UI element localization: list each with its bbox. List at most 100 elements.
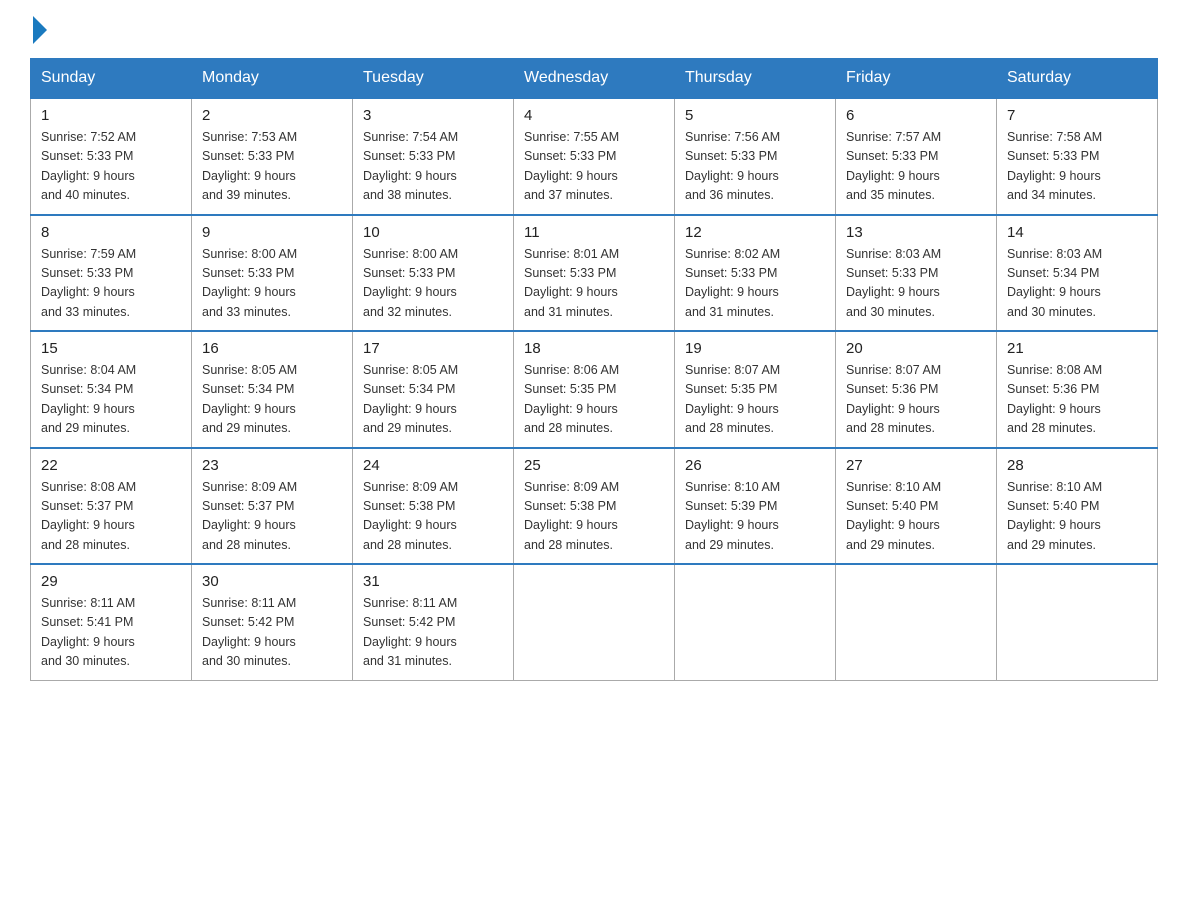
calendar-cell: 19 Sunrise: 8:07 AMSunset: 5:35 PMDaylig… (675, 331, 836, 448)
day-info: Sunrise: 8:05 AMSunset: 5:34 PMDaylight:… (202, 361, 342, 439)
day-info: Sunrise: 8:11 AMSunset: 5:42 PMDaylight:… (363, 594, 503, 672)
day-number: 17 (363, 340, 503, 357)
day-info: Sunrise: 8:05 AMSunset: 5:34 PMDaylight:… (363, 361, 503, 439)
day-number: 5 (685, 107, 825, 124)
calendar-header-row: SundayMondayTuesdayWednesdayThursdayFrid… (31, 59, 1158, 99)
page-header (30, 20, 1158, 40)
calendar-cell: 9 Sunrise: 8:00 AMSunset: 5:33 PMDayligh… (192, 215, 353, 332)
day-number: 25 (524, 457, 664, 474)
day-info: Sunrise: 8:09 AMSunset: 5:38 PMDaylight:… (524, 478, 664, 556)
calendar-cell: 3 Sunrise: 7:54 AMSunset: 5:33 PMDayligh… (353, 98, 514, 215)
day-info: Sunrise: 8:03 AMSunset: 5:33 PMDaylight:… (846, 245, 986, 323)
day-number: 16 (202, 340, 342, 357)
calendar-cell: 22 Sunrise: 8:08 AMSunset: 5:37 PMDaylig… (31, 448, 192, 565)
day-number: 11 (524, 224, 664, 241)
calendar-cell: 7 Sunrise: 7:58 AMSunset: 5:33 PMDayligh… (997, 98, 1158, 215)
day-number: 8 (41, 224, 181, 241)
calendar-header-sunday: Sunday (31, 59, 192, 99)
day-number: 3 (363, 107, 503, 124)
calendar-cell: 11 Sunrise: 8:01 AMSunset: 5:33 PMDaylig… (514, 215, 675, 332)
day-number: 19 (685, 340, 825, 357)
calendar-week-row: 22 Sunrise: 8:08 AMSunset: 5:37 PMDaylig… (31, 448, 1158, 565)
calendar-week-row: 1 Sunrise: 7:52 AMSunset: 5:33 PMDayligh… (31, 98, 1158, 215)
day-number: 31 (363, 573, 503, 590)
day-info: Sunrise: 8:10 AMSunset: 5:40 PMDaylight:… (846, 478, 986, 556)
calendar-header-wednesday: Wednesday (514, 59, 675, 99)
day-info: Sunrise: 8:10 AMSunset: 5:39 PMDaylight:… (685, 478, 825, 556)
day-info: Sunrise: 8:08 AMSunset: 5:37 PMDaylight:… (41, 478, 181, 556)
calendar-cell (997, 564, 1158, 680)
day-info: Sunrise: 8:00 AMSunset: 5:33 PMDaylight:… (202, 245, 342, 323)
calendar-cell: 16 Sunrise: 8:05 AMSunset: 5:34 PMDaylig… (192, 331, 353, 448)
day-info: Sunrise: 7:54 AMSunset: 5:33 PMDaylight:… (363, 128, 503, 206)
day-number: 2 (202, 107, 342, 124)
calendar-cell: 25 Sunrise: 8:09 AMSunset: 5:38 PMDaylig… (514, 448, 675, 565)
calendar-cell: 10 Sunrise: 8:00 AMSunset: 5:33 PMDaylig… (353, 215, 514, 332)
day-info: Sunrise: 7:52 AMSunset: 5:33 PMDaylight:… (41, 128, 181, 206)
logo (30, 20, 47, 40)
calendar-cell: 21 Sunrise: 8:08 AMSunset: 5:36 PMDaylig… (997, 331, 1158, 448)
day-info: Sunrise: 8:00 AMSunset: 5:33 PMDaylight:… (363, 245, 503, 323)
calendar-cell: 14 Sunrise: 8:03 AMSunset: 5:34 PMDaylig… (997, 215, 1158, 332)
day-number: 4 (524, 107, 664, 124)
calendar-header-thursday: Thursday (675, 59, 836, 99)
day-number: 30 (202, 573, 342, 590)
day-number: 14 (1007, 224, 1147, 241)
day-info: Sunrise: 8:10 AMSunset: 5:40 PMDaylight:… (1007, 478, 1147, 556)
day-info: Sunrise: 8:02 AMSunset: 5:33 PMDaylight:… (685, 245, 825, 323)
day-number: 9 (202, 224, 342, 241)
day-number: 28 (1007, 457, 1147, 474)
day-number: 15 (41, 340, 181, 357)
day-info: Sunrise: 8:11 AMSunset: 5:42 PMDaylight:… (202, 594, 342, 672)
day-number: 6 (846, 107, 986, 124)
calendar-cell: 26 Sunrise: 8:10 AMSunset: 5:39 PMDaylig… (675, 448, 836, 565)
day-info: Sunrise: 8:07 AMSunset: 5:36 PMDaylight:… (846, 361, 986, 439)
day-number: 26 (685, 457, 825, 474)
day-info: Sunrise: 7:55 AMSunset: 5:33 PMDaylight:… (524, 128, 664, 206)
day-info: Sunrise: 8:03 AMSunset: 5:34 PMDaylight:… (1007, 245, 1147, 323)
calendar-cell (514, 564, 675, 680)
calendar-header-saturday: Saturday (997, 59, 1158, 99)
calendar-cell (675, 564, 836, 680)
day-info: Sunrise: 7:58 AMSunset: 5:33 PMDaylight:… (1007, 128, 1147, 206)
day-info: Sunrise: 8:07 AMSunset: 5:35 PMDaylight:… (685, 361, 825, 439)
day-number: 20 (846, 340, 986, 357)
day-info: Sunrise: 7:53 AMSunset: 5:33 PMDaylight:… (202, 128, 342, 206)
calendar-cell: 1 Sunrise: 7:52 AMSunset: 5:33 PMDayligh… (31, 98, 192, 215)
calendar-cell: 6 Sunrise: 7:57 AMSunset: 5:33 PMDayligh… (836, 98, 997, 215)
calendar-cell: 12 Sunrise: 8:02 AMSunset: 5:33 PMDaylig… (675, 215, 836, 332)
day-info: Sunrise: 8:08 AMSunset: 5:36 PMDaylight:… (1007, 361, 1147, 439)
day-info: Sunrise: 8:01 AMSunset: 5:33 PMDaylight:… (524, 245, 664, 323)
calendar-cell: 23 Sunrise: 8:09 AMSunset: 5:37 PMDaylig… (192, 448, 353, 565)
day-number: 10 (363, 224, 503, 241)
day-info: Sunrise: 8:11 AMSunset: 5:41 PMDaylight:… (41, 594, 181, 672)
calendar-cell: 28 Sunrise: 8:10 AMSunset: 5:40 PMDaylig… (997, 448, 1158, 565)
calendar-cell: 18 Sunrise: 8:06 AMSunset: 5:35 PMDaylig… (514, 331, 675, 448)
calendar-cell: 17 Sunrise: 8:05 AMSunset: 5:34 PMDaylig… (353, 331, 514, 448)
day-info: Sunrise: 8:09 AMSunset: 5:38 PMDaylight:… (363, 478, 503, 556)
calendar-cell: 29 Sunrise: 8:11 AMSunset: 5:41 PMDaylig… (31, 564, 192, 680)
day-info: Sunrise: 8:04 AMSunset: 5:34 PMDaylight:… (41, 361, 181, 439)
day-info: Sunrise: 7:56 AMSunset: 5:33 PMDaylight:… (685, 128, 825, 206)
calendar-cell: 13 Sunrise: 8:03 AMSunset: 5:33 PMDaylig… (836, 215, 997, 332)
day-info: Sunrise: 8:09 AMSunset: 5:37 PMDaylight:… (202, 478, 342, 556)
day-number: 18 (524, 340, 664, 357)
day-number: 27 (846, 457, 986, 474)
day-number: 13 (846, 224, 986, 241)
calendar-cell: 27 Sunrise: 8:10 AMSunset: 5:40 PMDaylig… (836, 448, 997, 565)
day-number: 29 (41, 573, 181, 590)
day-number: 23 (202, 457, 342, 474)
calendar-header-friday: Friday (836, 59, 997, 99)
day-info: Sunrise: 7:59 AMSunset: 5:33 PMDaylight:… (41, 245, 181, 323)
calendar-cell: 15 Sunrise: 8:04 AMSunset: 5:34 PMDaylig… (31, 331, 192, 448)
calendar-table: SundayMondayTuesdayWednesdayThursdayFrid… (30, 58, 1158, 681)
logo-arrow-icon (33, 16, 47, 44)
day-number: 12 (685, 224, 825, 241)
calendar-header-tuesday: Tuesday (353, 59, 514, 99)
day-number: 1 (41, 107, 181, 124)
calendar-cell: 20 Sunrise: 8:07 AMSunset: 5:36 PMDaylig… (836, 331, 997, 448)
calendar-cell: 30 Sunrise: 8:11 AMSunset: 5:42 PMDaylig… (192, 564, 353, 680)
day-number: 22 (41, 457, 181, 474)
day-number: 24 (363, 457, 503, 474)
calendar-week-row: 29 Sunrise: 8:11 AMSunset: 5:41 PMDaylig… (31, 564, 1158, 680)
